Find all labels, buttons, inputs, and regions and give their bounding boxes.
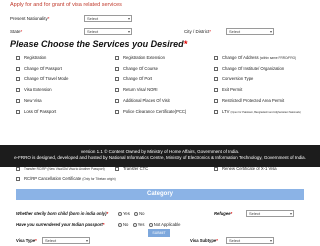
chevron-down-icon: ▾ xyxy=(127,16,130,21)
service-new-visa[interactable]: New Visa xyxy=(16,98,42,103)
state-label: State* xyxy=(10,29,23,34)
checkbox[interactable] xyxy=(16,109,20,114)
footer-credits: e-FRRO is designed, developed and hosted… xyxy=(14,155,306,160)
chevron-down-icon: ▾ xyxy=(127,29,130,34)
service-change-institute[interactable]: Change Of Institute/ Organization xyxy=(214,66,284,71)
checkbox[interactable] xyxy=(214,87,218,92)
checkbox[interactable] xyxy=(115,66,119,71)
service-change-passport[interactable]: Change Of Passport xyxy=(16,66,62,71)
nationality-label: Present Nationality* xyxy=(10,16,50,21)
chevron-down-icon: ▾ xyxy=(269,29,272,34)
service-visa-extension[interactable]: Visa Extension xyxy=(16,87,52,92)
service-change-port[interactable]: Change Of Port xyxy=(115,76,152,81)
chevron-down-icon: ▾ xyxy=(269,238,272,243)
checkbox[interactable] xyxy=(214,76,218,81)
service-loss-passport[interactable]: Loss Of Passport xyxy=(16,109,56,114)
service-registration-extension[interactable]: Registration Extension xyxy=(115,55,165,60)
radio-no[interactable]: No xyxy=(134,211,144,216)
service-pcc[interactable]: Police Clearance Certificate(PCC) xyxy=(115,109,186,114)
state-select[interactable]: Select ▾ xyxy=(84,28,132,35)
checkbox[interactable] xyxy=(214,66,218,71)
service-change-address[interactable]: Change Of Address (within same FRRO/FRO) xyxy=(214,55,296,60)
service-restricted-area[interactable]: Restricted/ Protected Area Permit xyxy=(214,98,284,103)
service-rc-cancel[interactable]: RC/RP Cancellation Certificate (Only for… xyxy=(16,176,116,181)
visa-type-label: Visa Type* xyxy=(16,238,37,243)
radio-not-applicable[interactable]: Not Applicable xyxy=(148,222,181,227)
checkbox[interactable] xyxy=(16,55,20,60)
checkbox[interactable] xyxy=(16,98,20,103)
checkbox[interactable] xyxy=(214,55,218,60)
service-conversion-type[interactable]: Conversion Type xyxy=(214,76,253,81)
nationality-select[interactable]: Select ▾ xyxy=(84,15,132,22)
service-change-course[interactable]: Change Of Course xyxy=(115,66,158,71)
checkbox[interactable] xyxy=(16,87,20,92)
checkbox[interactable] xyxy=(115,87,119,92)
services-heading: Please Choose the Services you Desired* xyxy=(10,39,188,49)
service-change-travel-mode[interactable]: Change Of Travel Mode xyxy=(16,76,68,81)
checkbox[interactable] xyxy=(115,76,119,81)
checkbox[interactable] xyxy=(16,176,20,181)
page-instruction: Apply for and for grant of visa related … xyxy=(10,2,122,8)
service-exit-permit[interactable]: Exit Permit xyxy=(214,87,242,92)
checkbox[interactable] xyxy=(115,109,119,114)
radio-yes[interactable]: Yes xyxy=(118,211,130,216)
checkbox[interactable] xyxy=(214,98,218,103)
checkbox[interactable] xyxy=(16,76,20,81)
footer-banner: version 1.1 © Content Owned by Ministry … xyxy=(0,145,320,167)
city-label: City / District* xyxy=(184,29,212,34)
checkbox[interactable] xyxy=(214,166,218,171)
service-return-visa[interactable]: Return Visa/ NORI xyxy=(115,87,158,92)
service-registration[interactable]: Registration xyxy=(16,55,46,60)
city-select[interactable]: Select ▾ xyxy=(226,28,274,35)
checkbox[interactable] xyxy=(214,109,218,114)
surrender-radio-group: No Yes Not Applicable xyxy=(118,222,184,227)
stateless-question: Whether sterily born child (born in indi… xyxy=(16,211,109,216)
service-additional-places[interactable]: Additional Places Of Visit xyxy=(115,98,170,103)
checkbox[interactable] xyxy=(115,98,119,103)
checkbox[interactable] xyxy=(16,66,20,71)
surrender-question: Have you surrendered your Indian passpor… xyxy=(16,222,105,227)
radio-yes[interactable]: Yes xyxy=(132,222,144,227)
category-header: Category xyxy=(16,189,304,200)
checkbox[interactable] xyxy=(16,166,20,171)
service-ltv[interactable]: LTV (Open for Pakistani, Bangladeshi and… xyxy=(214,109,301,114)
visa-subtype-select[interactable]: Select ▾ xyxy=(226,237,274,244)
chevron-down-icon: ▾ xyxy=(85,238,88,243)
refugee-label: Refugee* xyxy=(214,211,233,216)
radio-no[interactable]: No xyxy=(118,222,128,227)
visa-type-select[interactable]: Select ▾ xyxy=(42,237,90,244)
chevron-down-icon: ▾ xyxy=(289,211,292,216)
stateless-radio-group: Yes No xyxy=(118,211,147,216)
submit-button[interactable]: SUBMIT xyxy=(148,229,170,237)
visa-subtype-label: Visa Subtype* xyxy=(190,238,218,243)
refugee-select[interactable]: Select ▾ xyxy=(246,210,294,217)
checkbox[interactable] xyxy=(115,166,119,171)
checkbox[interactable] xyxy=(115,55,119,60)
